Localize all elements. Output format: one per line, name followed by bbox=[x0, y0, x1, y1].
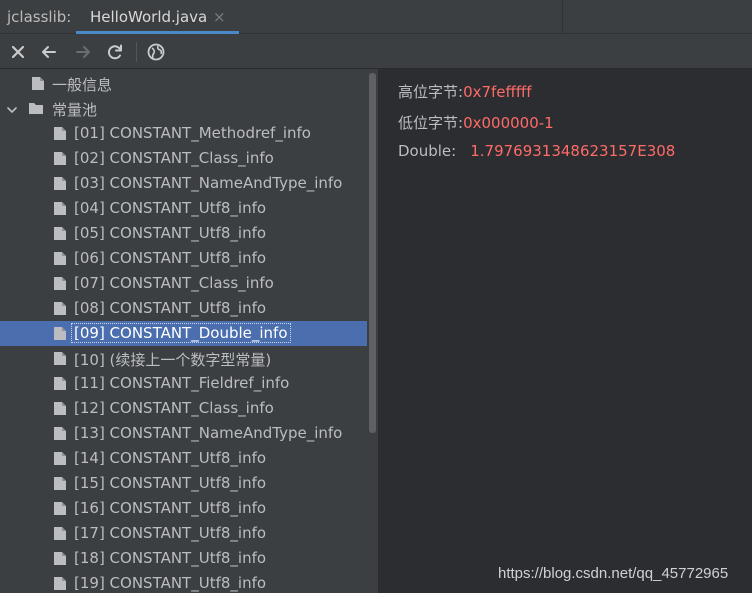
tree-item-constant[interactable]: [05] CONSTANT_Utf8_info bbox=[0, 221, 367, 246]
tree-scrollbar[interactable] bbox=[367, 69, 378, 593]
file-icon bbox=[53, 551, 67, 566]
tree-item-label: [06] CONSTANT_Utf8_info bbox=[74, 249, 267, 267]
toolbar bbox=[0, 34, 752, 69]
double-value: 1.7976931348623157E308 bbox=[470, 142, 676, 160]
tree-item-label: [04] CONSTANT_Utf8_info bbox=[74, 199, 267, 217]
tree-item-label: [09] CONSTANT_Double_info bbox=[71, 323, 291, 343]
tree-item-constant[interactable]: [19] CONSTANT_Utf8_info bbox=[0, 571, 367, 593]
file-icon bbox=[53, 151, 67, 166]
file-icon bbox=[53, 301, 67, 316]
tree-item-constant[interactable]: [12] CONSTANT_Class_info bbox=[0, 396, 367, 421]
tree-item-label: [13] CONSTANT_NameAndType_info bbox=[74, 424, 343, 442]
tree-item-label: [08] CONSTANT_Utf8_info bbox=[74, 299, 267, 317]
tab-helloworld-java[interactable]: HelloWorld.java × bbox=[76, 0, 239, 34]
file-icon bbox=[53, 176, 67, 191]
tree-item-label: [16] CONSTANT_Utf8_info bbox=[74, 499, 267, 517]
file-icon bbox=[53, 451, 67, 466]
file-icon bbox=[53, 426, 67, 441]
high-bytes-label: 高位字节: bbox=[398, 83, 464, 101]
tree-item-label: [11] CONSTANT_Fieldref_info bbox=[74, 374, 290, 392]
file-icon bbox=[53, 126, 67, 141]
details-panel: 高位字节:0x7fefffff 低位字节:0x000000-1 Double: 1… bbox=[378, 69, 752, 593]
file-icon bbox=[53, 401, 67, 416]
double-row: Double: 1.7976931348623157E308 bbox=[398, 142, 675, 160]
tree-item-constant[interactable]: [02] CONSTANT_Class_info bbox=[0, 146, 367, 171]
tree-item-label: [05] CONSTANT_Utf8_info bbox=[74, 224, 267, 242]
file-icon bbox=[53, 476, 67, 491]
tree-item-label: [01] CONSTANT_Methodref_info bbox=[74, 124, 311, 142]
low-bytes-label: 低位字节: bbox=[398, 114, 464, 132]
tree-item-constant[interactable]: [10] (续接上一个数字型常量) bbox=[0, 346, 367, 371]
tree-item-constant[interactable]: [13] CONSTANT_NameAndType_info bbox=[0, 421, 367, 446]
tree-item-constant[interactable]: [15] CONSTANT_Utf8_info bbox=[0, 471, 367, 496]
tree-item-label: [18] CONSTANT_Utf8_info bbox=[74, 549, 267, 567]
tree-item-label: [17] CONSTANT_Utf8_info bbox=[74, 524, 267, 542]
file-icon bbox=[53, 351, 67, 366]
chevron-down-icon[interactable] bbox=[6, 102, 18, 114]
watermark-url: https://blog.csdn.net/qq_45772965 bbox=[498, 565, 729, 582]
tree-item-constant[interactable]: [07] CONSTANT_Class_info bbox=[0, 271, 367, 296]
tree-item-label: [02] CONSTANT_Class_info bbox=[74, 149, 274, 167]
file-icon bbox=[53, 251, 67, 266]
file-icon bbox=[53, 201, 67, 216]
class-structure-tree[interactable]: 一般信息常量池 [01] CONSTANT_Methodref_info [02] … bbox=[0, 69, 378, 593]
tree-item-constant[interactable]: [06] CONSTANT_Utf8_info bbox=[0, 246, 367, 271]
tree-item-constant[interactable]: [11] CONSTANT_Fieldref_info bbox=[0, 371, 367, 396]
tree-item-label: 一般信息 bbox=[52, 76, 113, 94]
toolbar-separator bbox=[136, 42, 137, 62]
low-bytes-row: 低位字节:0x000000-1 bbox=[398, 112, 554, 133]
tree-item-constant[interactable]: [17] CONSTANT_Utf8_info bbox=[0, 521, 367, 546]
tool-window-title: jclasslib: bbox=[7, 8, 72, 26]
tree-item-constant-pool[interactable]: 常量池 bbox=[0, 96, 367, 121]
double-label: Double: bbox=[398, 142, 457, 160]
high-bytes-row: 高位字节:0x7fefffff bbox=[398, 81, 532, 102]
refresh-icon[interactable] bbox=[105, 42, 125, 62]
close-icon[interactable] bbox=[8, 42, 28, 62]
high-bytes-value: 0x7fefffff bbox=[463, 83, 532, 101]
tab-label: HelloWorld.java bbox=[90, 8, 208, 26]
tab-divider bbox=[562, 0, 563, 34]
tree-item-constant[interactable]: [03] CONSTANT_NameAndType_info bbox=[0, 171, 367, 196]
file-icon bbox=[53, 276, 67, 291]
file-icon bbox=[53, 376, 67, 391]
tree-item-constant[interactable]: [04] CONSTANT_Utf8_info bbox=[0, 196, 367, 221]
tab-close-icon[interactable]: × bbox=[213, 8, 226, 26]
tree-item-constant[interactable]: [14] CONSTANT_Utf8_info bbox=[0, 446, 367, 471]
tree-item-constant[interactable]: [01] CONSTANT_Methodref_info bbox=[0, 121, 367, 146]
back-icon[interactable] bbox=[39, 42, 59, 62]
folder-icon bbox=[28, 101, 43, 116]
tree-item-label: [07] CONSTANT_Class_info bbox=[74, 274, 274, 292]
file-icon bbox=[53, 501, 67, 516]
scrollbar-thumb[interactable] bbox=[369, 73, 376, 433]
tree-item-label: [03] CONSTANT_NameAndType_info bbox=[74, 174, 343, 192]
file-icon bbox=[53, 576, 67, 591]
tree-item-constant[interactable]: [18] CONSTANT_Utf8_info bbox=[0, 546, 367, 571]
tree-item-constant[interactable]: [08] CONSTANT_Utf8_info bbox=[0, 296, 367, 321]
file-icon bbox=[53, 526, 67, 541]
tree-item-label: [14] CONSTANT_Utf8_info bbox=[74, 449, 267, 467]
tree-item-label: [15] CONSTANT_Utf8_info bbox=[74, 474, 267, 492]
file-icon bbox=[53, 226, 67, 241]
file-icon bbox=[31, 76, 45, 91]
tree-item-label: [19] CONSTANT_Utf8_info bbox=[74, 574, 267, 592]
tree-item-constant[interactable]: [09] CONSTANT_Double_info bbox=[0, 321, 367, 346]
low-bytes-value: 0x000000-1 bbox=[463, 114, 554, 132]
globe-icon[interactable] bbox=[146, 42, 166, 62]
tree-item-constant[interactable]: [16] CONSTANT_Utf8_info bbox=[0, 496, 367, 521]
tree-item-general-info[interactable]: 一般信息 bbox=[0, 71, 367, 96]
tree-item-label: [10] (续接上一个数字型常量) bbox=[74, 351, 272, 369]
tab-bar: jclasslib: HelloWorld.java × bbox=[0, 0, 752, 34]
forward-icon[interactable] bbox=[73, 42, 93, 62]
tree-item-label: 常量池 bbox=[52, 101, 98, 119]
tree-item-label: [12] CONSTANT_Class_info bbox=[74, 399, 274, 417]
file-icon bbox=[53, 326, 67, 341]
